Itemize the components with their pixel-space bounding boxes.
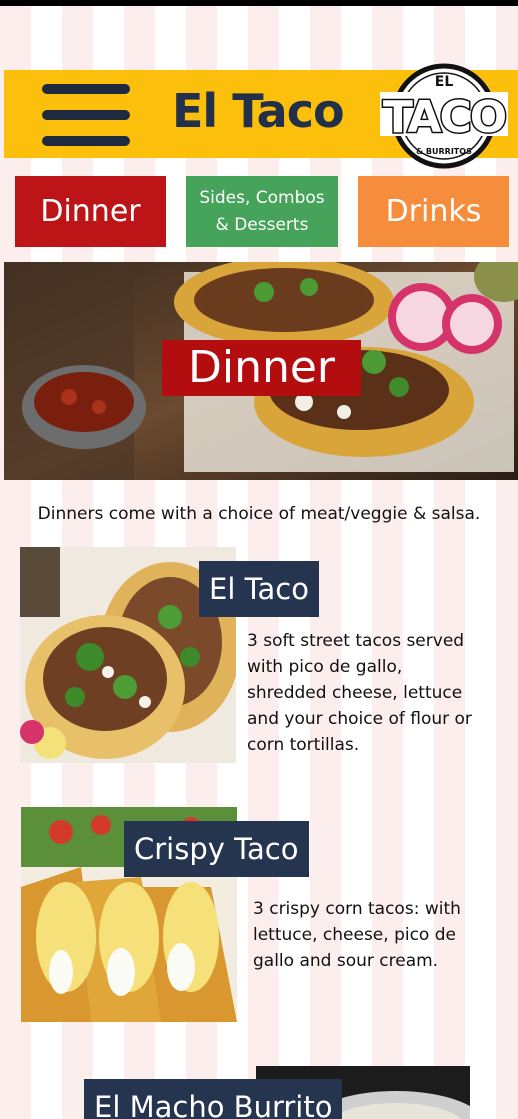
logo-small-text: EL <box>435 74 454 90</box>
dish-title-crispy-taco: Crispy Taco <box>124 821 309 877</box>
dish-desc-crispy-taco: 3 crispy corn tacos: with lettuce, chees… <box>253 896 461 974</box>
nav-sides-label-line2: & Desserts <box>215 214 309 235</box>
desc-line: 3 soft street tacos served <box>247 631 465 651</box>
desc-line: gallo and sour cream. <box>253 951 439 971</box>
hero-title-dinner: Dinner <box>162 340 361 396</box>
dish-title-el-taco: El Taco <box>199 561 319 617</box>
nav-drinks-button[interactable]: Drinks <box>358 176 509 247</box>
desc-line: shredded cheese, lettuce <box>247 683 463 703</box>
logo-main-text: TACO <box>383 92 506 143</box>
desc-line: corn tortillas. <box>247 735 360 755</box>
desc-line: 3 crispy corn tacos: with <box>253 899 461 919</box>
nav-sides-combos-desserts-button[interactable]: Sides, Combos & Desserts <box>186 176 338 247</box>
nav-sides-label-line1: Sides, Combos <box>199 187 325 208</box>
hamburger-menu-icon[interactable] <box>42 84 130 146</box>
desc-line: and your choice of flour or <box>247 709 472 729</box>
site-title: El Taco <box>172 84 345 138</box>
desc-line: with pico de gallo, <box>247 657 403 677</box>
dinner-intro-text: Dinners come with a choice of meat/veggi… <box>37 504 481 524</box>
dish-desc-el-taco: 3 soft street tacos served with pico de … <box>247 628 472 758</box>
dish-title-el-macho-burrito: El Macho Burrito <box>84 1079 343 1119</box>
desc-line: lettuce, cheese, pico de <box>253 925 456 945</box>
logo-sub-text: & BURRITOS <box>416 147 472 156</box>
el-taco-logo[interactable]: EL TACO & BURRITOS <box>376 62 512 170</box>
nav-dinner-button[interactable]: Dinner <box>15 176 166 247</box>
status-bar <box>0 0 518 6</box>
site-header: El Taco EL TACO & BURRITOS <box>4 63 518 169</box>
